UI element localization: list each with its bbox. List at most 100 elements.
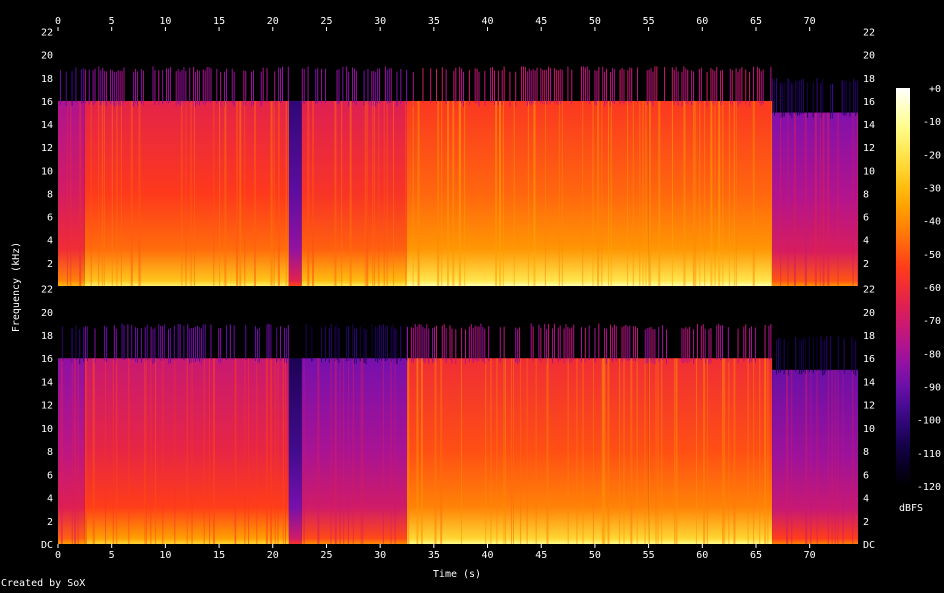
transient-tick [855,81,857,116]
transient-tick [534,70,536,106]
transient-streak [692,100,695,286]
transient-tick [348,326,350,362]
transient-tick [202,69,204,105]
segment-band [288,358,302,544]
transient-tick [119,71,121,106]
y-tick-label-left: 22 [41,28,53,39]
transient-streak [209,358,211,544]
transient-streak [787,369,789,544]
transient-tick [324,68,326,104]
transient-tick [484,329,486,364]
transient-tick [775,339,777,375]
transient-streak [495,100,498,286]
transient-tick [731,70,733,105]
transient-tick [745,324,747,360]
transient-tick [791,83,793,119]
transient-tick [183,67,185,102]
transient-tick [683,328,685,364]
transient-tick [422,68,424,103]
transient-tick [619,69,621,105]
x-tick-label-top: 50 [589,16,601,27]
x-tick-label-bottom: 20 [267,550,279,561]
transient-streak [382,358,384,544]
transient-tick [196,69,198,105]
transient-streak [607,358,610,544]
transient-tick [739,68,741,104]
transient-tick [474,68,476,104]
transient-tick [666,329,667,365]
transient-tick [551,328,553,364]
transient-tick [681,328,683,363]
transient-tick [254,326,256,361]
transient-tick [650,68,652,103]
transient-tick [461,68,463,104]
transient-tick [414,323,416,359]
transient-tick [285,328,287,364]
transient-tick [169,328,171,364]
transient-streak [416,358,419,544]
transient-tick [158,70,160,105]
transient-streak [561,100,563,286]
transient-tick [162,326,164,361]
transient-streak [733,100,735,286]
transient-streak [837,369,839,544]
y-tick-label-left: 16 [41,354,53,365]
x-tick-label-top: 15 [213,16,225,27]
transient-tick [382,324,384,359]
transient-tick [501,70,503,105]
transient-streak [349,100,352,286]
transient-tick [355,70,357,106]
transient-tick [538,324,540,360]
transient-tick [606,328,608,364]
transient-streak [383,100,385,286]
transient-streak [704,100,706,286]
transient-tick [841,79,843,115]
transient-tick [287,325,289,360]
transient-tick [820,336,822,371]
transient-streak [610,100,612,286]
transient-tick [573,324,575,360]
segment-band [301,100,407,286]
transient-tick [683,66,685,101]
transient-tick [449,325,451,361]
transient-streak [597,100,600,286]
transient-streak [98,100,100,286]
transient-tick [830,83,832,119]
transient-tick [198,326,200,362]
transient-tick [783,81,785,117]
transient-tick [375,71,377,107]
transient-tick [441,325,443,361]
x-tick-label-bottom: 0 [55,550,61,561]
transient-streak [138,100,141,286]
transient-streak [446,100,449,286]
x-tick-label-bottom: 45 [535,550,547,561]
transient-tick [75,67,77,103]
transient-streak [307,100,310,286]
transient-tick [430,68,432,104]
transient-tick [526,71,528,107]
transient-streak [434,358,437,544]
transient-streak [239,100,242,286]
transient-tick [503,326,505,362]
transient-streak [728,100,730,286]
transient-streak [277,100,280,286]
transient-streak [683,100,686,286]
transient-tick [764,324,766,360]
transient-tick [251,71,253,107]
transient-tick [480,323,482,359]
x-tick-label-bottom: 50 [589,550,601,561]
transient-tick [752,66,754,102]
transient-tick [406,324,408,360]
transient-tick [422,327,424,362]
transient-streak [79,100,82,286]
transient-tick [843,81,845,116]
transient-streak [273,100,275,286]
transient-tick [363,328,365,363]
y-tick-label-left: 8 [47,447,53,458]
y-tick-label-right: 2 [863,259,869,270]
transient-tick [777,337,779,373]
transient-streak [703,358,706,544]
transient-tick [113,71,115,107]
transient-tick [396,71,398,107]
transient-tick [266,324,268,360]
